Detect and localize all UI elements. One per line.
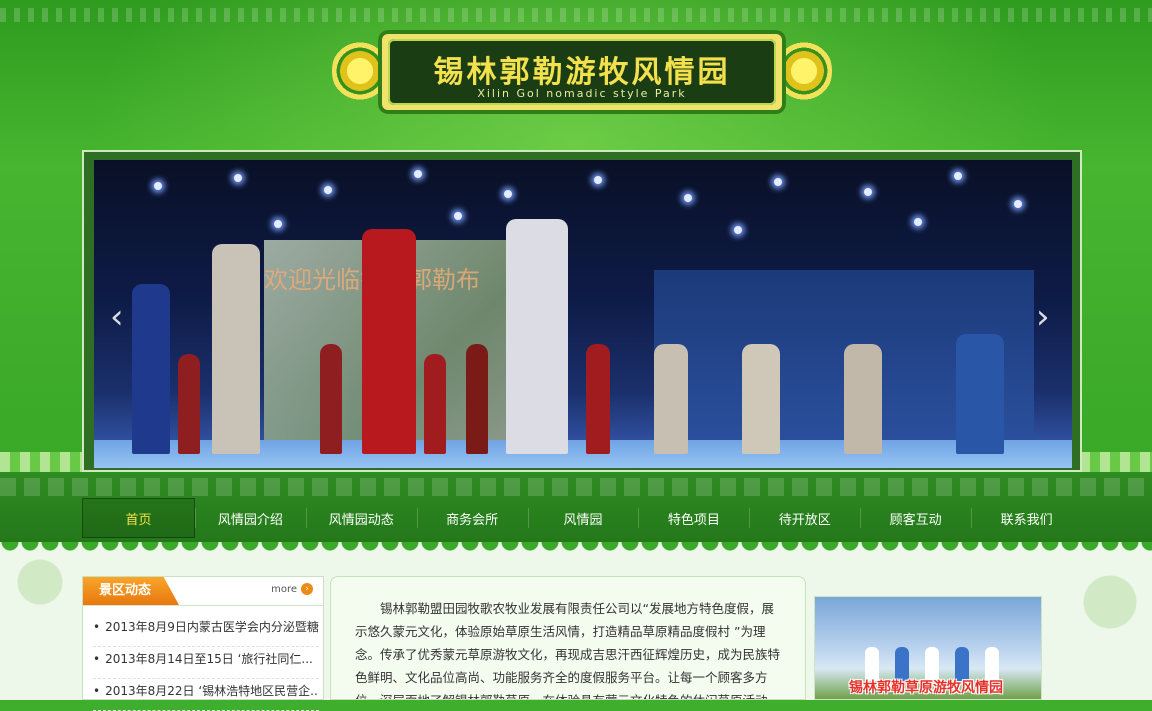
performer (466, 344, 488, 454)
stage-light (1014, 200, 1022, 208)
performer (956, 334, 1004, 454)
nav-item-news[interactable]: 风情园动态 (305, 498, 417, 538)
photo-caption: 锡林郭勒草原游牧风情园 (849, 680, 1003, 696)
news-header: 景区动态 more › (83, 577, 323, 606)
performer (844, 344, 882, 454)
bullet-icon: • (93, 684, 101, 698)
dancer-figure (925, 647, 939, 681)
news-item-text: 2013年8月14日至15日 ‘旅行社同仁... (105, 652, 313, 666)
nav-item-featured[interactable]: 特色项目 (638, 498, 749, 538)
site-subtitle: Xilin Gol nomadic style Park (477, 87, 687, 100)
logo-plate: 锡林郭勒游牧风情园 Xilin Gol nomadic style Park (378, 30, 786, 114)
performer (132, 284, 170, 454)
nav-item-home[interactable]: 首页 (82, 498, 195, 538)
performer (178, 354, 200, 454)
stage-light (914, 218, 922, 226)
performer (320, 344, 342, 454)
performer (506, 219, 568, 454)
chevron-left-icon[interactable]: ‹ (110, 300, 130, 334)
performer (586, 344, 610, 454)
banner-slider: 欢迎光临锡林郭勒布 ‹ › (82, 150, 1082, 472)
stage-light (594, 176, 602, 184)
nav-item-contact[interactable]: 联系我们 (971, 498, 1082, 538)
intro-text: 锡林郭勒盟田园牧歌农牧业发展有限责任公司以“发展地方特色度假，展示悠久蒙元文化，… (330, 576, 806, 700)
performer (742, 344, 780, 454)
news-list: • 2013年8月9日内蒙古医学会内分泌暨糖... • 2013年8月14日至15日… (93, 615, 319, 711)
more-label: more (271, 583, 297, 595)
stage-light (274, 220, 282, 228)
stage-light (774, 178, 782, 186)
logo-inner: 锡林郭勒游牧风情园 Xilin Gol nomadic style Park (388, 39, 776, 105)
nav-item-park[interactable]: 风情园 (527, 498, 639, 538)
stage-light (454, 212, 462, 220)
news-item-text: 2013年8月9日内蒙古医学会内分泌暨糖... (105, 620, 319, 634)
list-item[interactable]: • 2013年8月9日内蒙古医学会内分泌暨糖... (93, 615, 319, 647)
stage-light (734, 226, 742, 234)
bullet-icon: • (93, 652, 101, 666)
arrow-right-circle-icon: › (301, 583, 313, 595)
list-item[interactable]: • 2013年8月14日至15日 ‘旅行社同仁... (93, 647, 319, 679)
performer (212, 244, 260, 454)
chevron-right-icon[interactable]: › (1036, 300, 1056, 334)
news-item-text: 2013年8月22日 ‘锡林浩特地区民营企... (105, 684, 319, 698)
stage-light (954, 172, 962, 180)
stage-light (414, 170, 422, 178)
featured-photo[interactable]: 锡林郭勒草原游牧风情园 (814, 596, 1042, 700)
performer (424, 354, 446, 454)
nav-item-upcoming[interactable]: 待开放区 (749, 498, 860, 538)
news-title: 景区动态 (83, 577, 179, 605)
site-logo[interactable]: 锡林郭勒游牧风情园 Xilin Gol nomadic style Park (332, 26, 832, 118)
dancer-figure (985, 647, 999, 681)
stage-light (324, 186, 332, 194)
dancer-figure (865, 647, 879, 681)
more-link[interactable]: more › (271, 583, 313, 595)
news-panel: 景区动态 more › • 2013年8月9日内蒙古医学会内分泌暨糖... • 20… (82, 576, 324, 711)
nav-item-interaction[interactable]: 顾客互动 (860, 498, 971, 538)
stage-light (504, 190, 512, 198)
main-nav: 首页 风情园介绍 风情园动态 商务会所 风情园 特色项目 待开放区 顾客互动 联… (82, 498, 1082, 538)
stage-light (234, 174, 242, 182)
stage-light (154, 182, 162, 190)
list-item[interactable]: • 2013年8月22日 ‘锡林浩特地区民营企... (93, 679, 319, 711)
nav-item-intro[interactable]: 风情园介绍 (194, 498, 306, 538)
banner-image[interactable]: 欢迎光临锡林郭勒布 ‹ › (94, 160, 1072, 468)
site-title: 锡林郭勒游牧风情园 (433, 55, 731, 90)
stage-light (684, 194, 692, 202)
dancer-figure (955, 647, 969, 681)
performer (654, 344, 688, 454)
nav-item-business[interactable]: 商务会所 (416, 498, 528, 538)
performer (362, 229, 416, 454)
bullet-icon: • (93, 620, 101, 634)
dancer-figure (895, 647, 909, 681)
stage-light (864, 188, 872, 196)
